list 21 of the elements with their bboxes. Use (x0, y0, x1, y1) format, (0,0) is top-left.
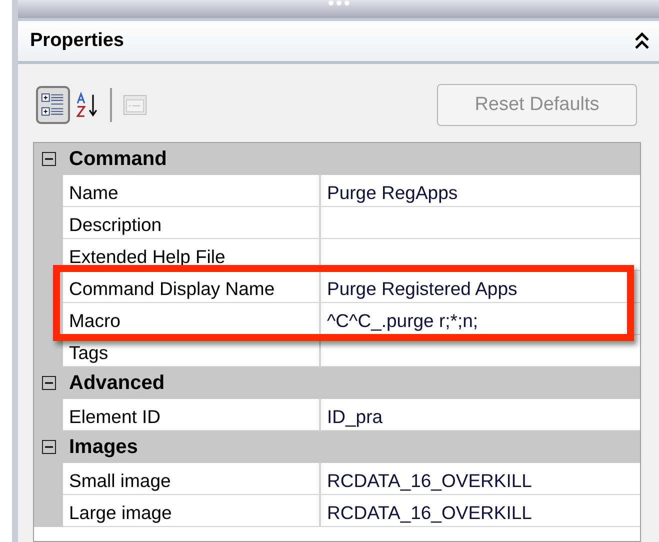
grip-icon[interactable] (326, 0, 350, 6)
property-value[interactable]: Purge RegApps (321, 175, 640, 206)
categorized-view-button[interactable] (36, 86, 70, 124)
sort-alphabetical-icon (75, 90, 99, 120)
property-value[interactable]: RCDATA_16_OVERKILL (321, 495, 640, 526)
panel-title: Properties (30, 28, 124, 53)
property-pages-icon (123, 92, 147, 118)
property-name: Extended Help File (63, 239, 321, 270)
collapse-icon[interactable] (42, 152, 56, 166)
category-label: Images (68, 435, 138, 460)
property-name: Macro (63, 303, 321, 334)
collapse-icon[interactable] (42, 440, 56, 454)
property-name: Large image (63, 495, 321, 526)
collapse-icon[interactable] (42, 376, 56, 390)
property-value[interactable]: RCDATA_16_OVERKILL (321, 463, 640, 494)
category-label: Advanced (68, 371, 165, 396)
property-value[interactable]: ID_pra (321, 399, 640, 430)
property-value[interactable]: ^C^C_.purge r;*;n; (321, 303, 640, 334)
category-label: Command (68, 147, 167, 172)
property-value[interactable]: Purge Registered Apps (321, 271, 640, 302)
collapse-icon[interactable] (633, 32, 651, 50)
